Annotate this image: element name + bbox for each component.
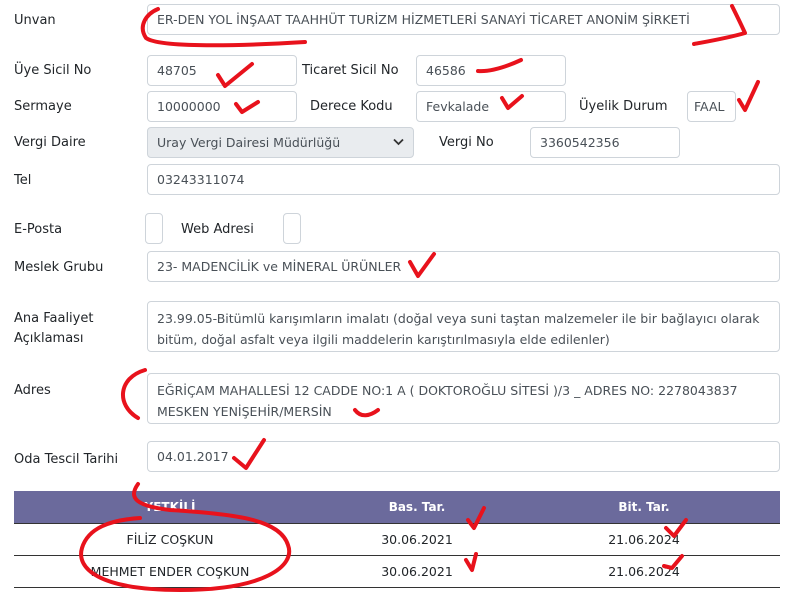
yetkili-name-cell: FİLİZ COŞKUN <box>14 523 326 556</box>
ticaret-sicil-no-label: Ticaret Sicil No <box>302 63 399 78</box>
adres-label: Adres <box>14 383 51 398</box>
ana-faaliyet-label-line1: Ana Faaliyet <box>14 311 94 326</box>
yetkili-name-cell: MEHMET ENDER COŞKUN <box>14 555 326 588</box>
vergi-daire-label: Vergi Daire <box>14 135 86 150</box>
table-row: FİLİZ COŞKUN 30.06.2021 21.06.2024 <box>14 523 780 556</box>
vergi-no-field[interactable]: 3360542356 <box>530 127 680 158</box>
uye-sicil-no-label: Üye Sicil No <box>14 63 92 78</box>
sermaye-field[interactable]: 10000000 <box>147 91 297 122</box>
bas-tar-cell: 30.06.2021 <box>326 555 508 588</box>
bit-tar-cell: 21.06.2024 <box>508 523 780 556</box>
eposta-field[interactable] <box>145 213 163 244</box>
adres-left-stroke <box>120 368 147 420</box>
check-mark-icon <box>737 80 760 112</box>
bit-tar-header: Bit. Tar. <box>508 491 780 524</box>
bas-tar-header: Bas. Tar. <box>326 491 508 524</box>
unvan-label: Unvan <box>14 13 56 28</box>
vergi-daire-select[interactable]: Uray Vergi Dairesi Müdürlüğü <box>147 127 414 158</box>
bit-tar-cell: 21.06.2024 <box>508 555 780 588</box>
derece-kodu-label: Derece Kodu <box>310 99 393 114</box>
table-header-row: YETKİLİ Bas. Tar. Bit. Tar. <box>14 491 780 524</box>
sermaye-label: Sermaye <box>14 99 72 114</box>
ana-faaliyet-label-line2: Açıklaması <box>14 331 84 346</box>
yetkili-header: YETKİLİ <box>14 491 326 524</box>
ticaret-sicil-no-field[interactable]: 46586 <box>416 55 566 86</box>
uye-sicil-no-field[interactable]: 48705 <box>147 55 297 86</box>
web-adresi-field[interactable] <box>283 213 301 244</box>
meslek-grubu-field[interactable]: 23- MADENCİLİK ve MİNERAL ÜRÜNLER <box>147 251 780 282</box>
vergi-daire-selected: Uray Vergi Dairesi Müdürlüğü <box>157 135 341 150</box>
tel-field[interactable]: 03243311074 <box>147 164 780 195</box>
yetkili-table: YETKİLİ Bas. Tar. Bit. Tar. FİLİZ COŞKUN… <box>14 491 780 588</box>
eposta-label: E-Posta <box>14 222 63 237</box>
ana-faaliyet-field[interactable]: 23.99.05-Bitümlü karışımların imalatı (d… <box>147 301 780 352</box>
uyelik-durum-field[interactable]: FAAL <box>687 91 736 122</box>
web-adresi-label: Web Adresi <box>181 222 254 237</box>
bas-tar-cell: 30.06.2021 <box>326 523 508 556</box>
chevron-down-icon <box>393 136 404 149</box>
vergi-no-label: Vergi No <box>439 135 494 150</box>
tel-label: Tel <box>14 173 32 188</box>
adres-field[interactable]: EĞRİÇAM MAHALLESİ 12 CADDE NO:1 A ( DOKT… <box>147 373 780 424</box>
table-row: MEHMET ENDER COŞKUN 30.06.2021 21.06.202… <box>14 555 780 588</box>
oda-tescil-tarihi-label: Oda Tescil Tarihi <box>14 452 119 467</box>
unvan-field[interactable]: ER-DEN YOL İNŞAAT TAAHHÜT TURİZM HİZMETL… <box>147 4 780 35</box>
meslek-grubu-label: Meslek Grubu <box>14 260 104 275</box>
derece-kodu-field[interactable]: Fevkalade <box>416 91 566 122</box>
oda-tescil-tarihi-field[interactable]: 04.01.2017 <box>147 441 780 472</box>
uyelik-durum-label: Üyelik Durum <box>579 99 668 114</box>
